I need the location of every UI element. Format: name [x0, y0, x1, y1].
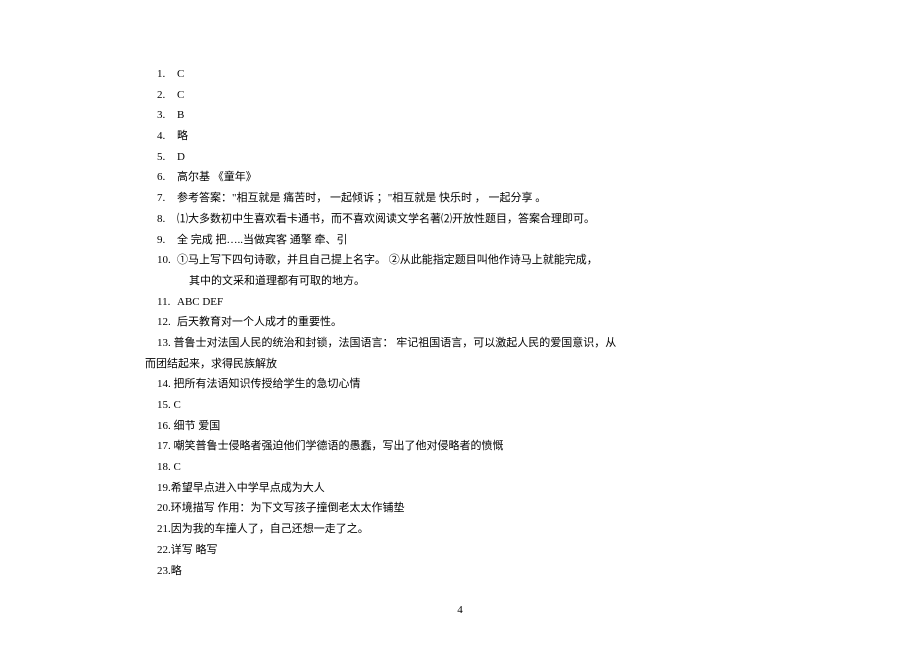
line-text: 参考答案："相互就是 痛苦时， 一起倾诉 ；"相互就是 快乐时 ， 一起分享 。	[177, 192, 546, 204]
line-text: 全 完成 把…..当做宾客 通擎 牵、引	[177, 234, 348, 246]
text-line: 4.略	[145, 127, 775, 146]
line-text: C	[177, 68, 184, 80]
line-number: 8.	[145, 210, 177, 229]
text-line: 20.环境描写 作用：为下文写孩子撞倒老太太作铺垫	[145, 499, 775, 518]
line-text: B	[177, 109, 184, 121]
line-number: 10.	[145, 251, 177, 270]
text-line: 23.略	[145, 562, 775, 581]
text-line: 18. C	[145, 458, 775, 477]
text-line: 2.C	[145, 86, 775, 105]
line-number: 4.	[145, 127, 177, 146]
text-line: 14. 把所有法语知识传授给学生的急切心情	[145, 375, 775, 394]
text-line: 6.高尔基 《童年》	[145, 168, 775, 187]
text-line: 10.①马上写下四句诗歌，并且自己提上名字。 ②从此能指定题目叫他作诗马上就能完…	[145, 251, 775, 270]
text-line: 3.B	[145, 106, 775, 125]
line-number: 3.	[145, 106, 177, 125]
line-text: ABC DEF	[177, 296, 223, 308]
line-text: D	[177, 151, 185, 163]
line-number: 9.	[145, 231, 177, 250]
text-line: 13. 普鲁士对法国人民的统治和封锁，法国语言： 牢记祖国语言，可以激起人民的爱…	[145, 334, 775, 353]
text-line: 7.参考答案："相互就是 痛苦时， 一起倾诉 ；"相互就是 快乐时 ， 一起分享…	[145, 189, 775, 208]
text-line: 其中的文采和道理都有可取的地方。	[145, 272, 775, 291]
document-body: 1.C2.C3.B4.略5.D6.高尔基 《童年》7.参考答案："相互就是 痛苦…	[145, 65, 775, 580]
text-line: 1.C	[145, 65, 775, 84]
line-number: 5.	[145, 148, 177, 167]
text-line: 8.⑴大多数初中生喜欢看卡通书，而不喜欢阅读文学名著⑵开放性题目，答案合理即可。	[145, 210, 775, 229]
text-line: 5.D	[145, 148, 775, 167]
text-line: 12.后天教育对一个人成才的重要性。	[145, 313, 775, 332]
line-text: ①马上写下四句诗歌，并且自己提上名字。 ②从此能指定题目叫他作诗马上就能完成，	[177, 254, 598, 266]
page-number: 4	[0, 601, 920, 620]
text-line: 22.详写 略写	[145, 541, 775, 560]
line-number: 12.	[145, 313, 177, 332]
line-text: 后天教育对一个人成才的重要性。	[177, 316, 342, 328]
text-line: 19.希望早点进入中学早点成为大人	[145, 479, 775, 498]
line-number: 1.	[145, 65, 177, 84]
text-line: 15. C	[145, 396, 775, 415]
line-number: 6.	[145, 168, 177, 187]
text-line: 16. 细节 爱国	[145, 417, 775, 436]
line-number: 11.	[145, 293, 177, 312]
line-text: ⑴大多数初中生喜欢看卡通书，而不喜欢阅读文学名著⑵开放性题目，答案合理即可。	[177, 213, 595, 225]
line-number: 7.	[145, 189, 177, 208]
text-line: 而团结起来，求得民族解放	[145, 355, 775, 374]
text-line: 21.因为我的车撞人了，自己还想一走了之。	[145, 520, 775, 539]
line-text: C	[177, 89, 184, 101]
text-line: 9.全 完成 把…..当做宾客 通擎 牵、引	[145, 231, 775, 250]
line-text: 略	[177, 130, 188, 142]
line-number: 2.	[145, 86, 177, 105]
text-line: 11.ABC DEF	[145, 293, 775, 312]
line-text: 高尔基 《童年》	[177, 171, 257, 183]
text-line: 17. 嘲笑普鲁士侵略者强迫他们学德语的愚蠢，写出了他对侵略者的愤慨	[145, 437, 775, 456]
